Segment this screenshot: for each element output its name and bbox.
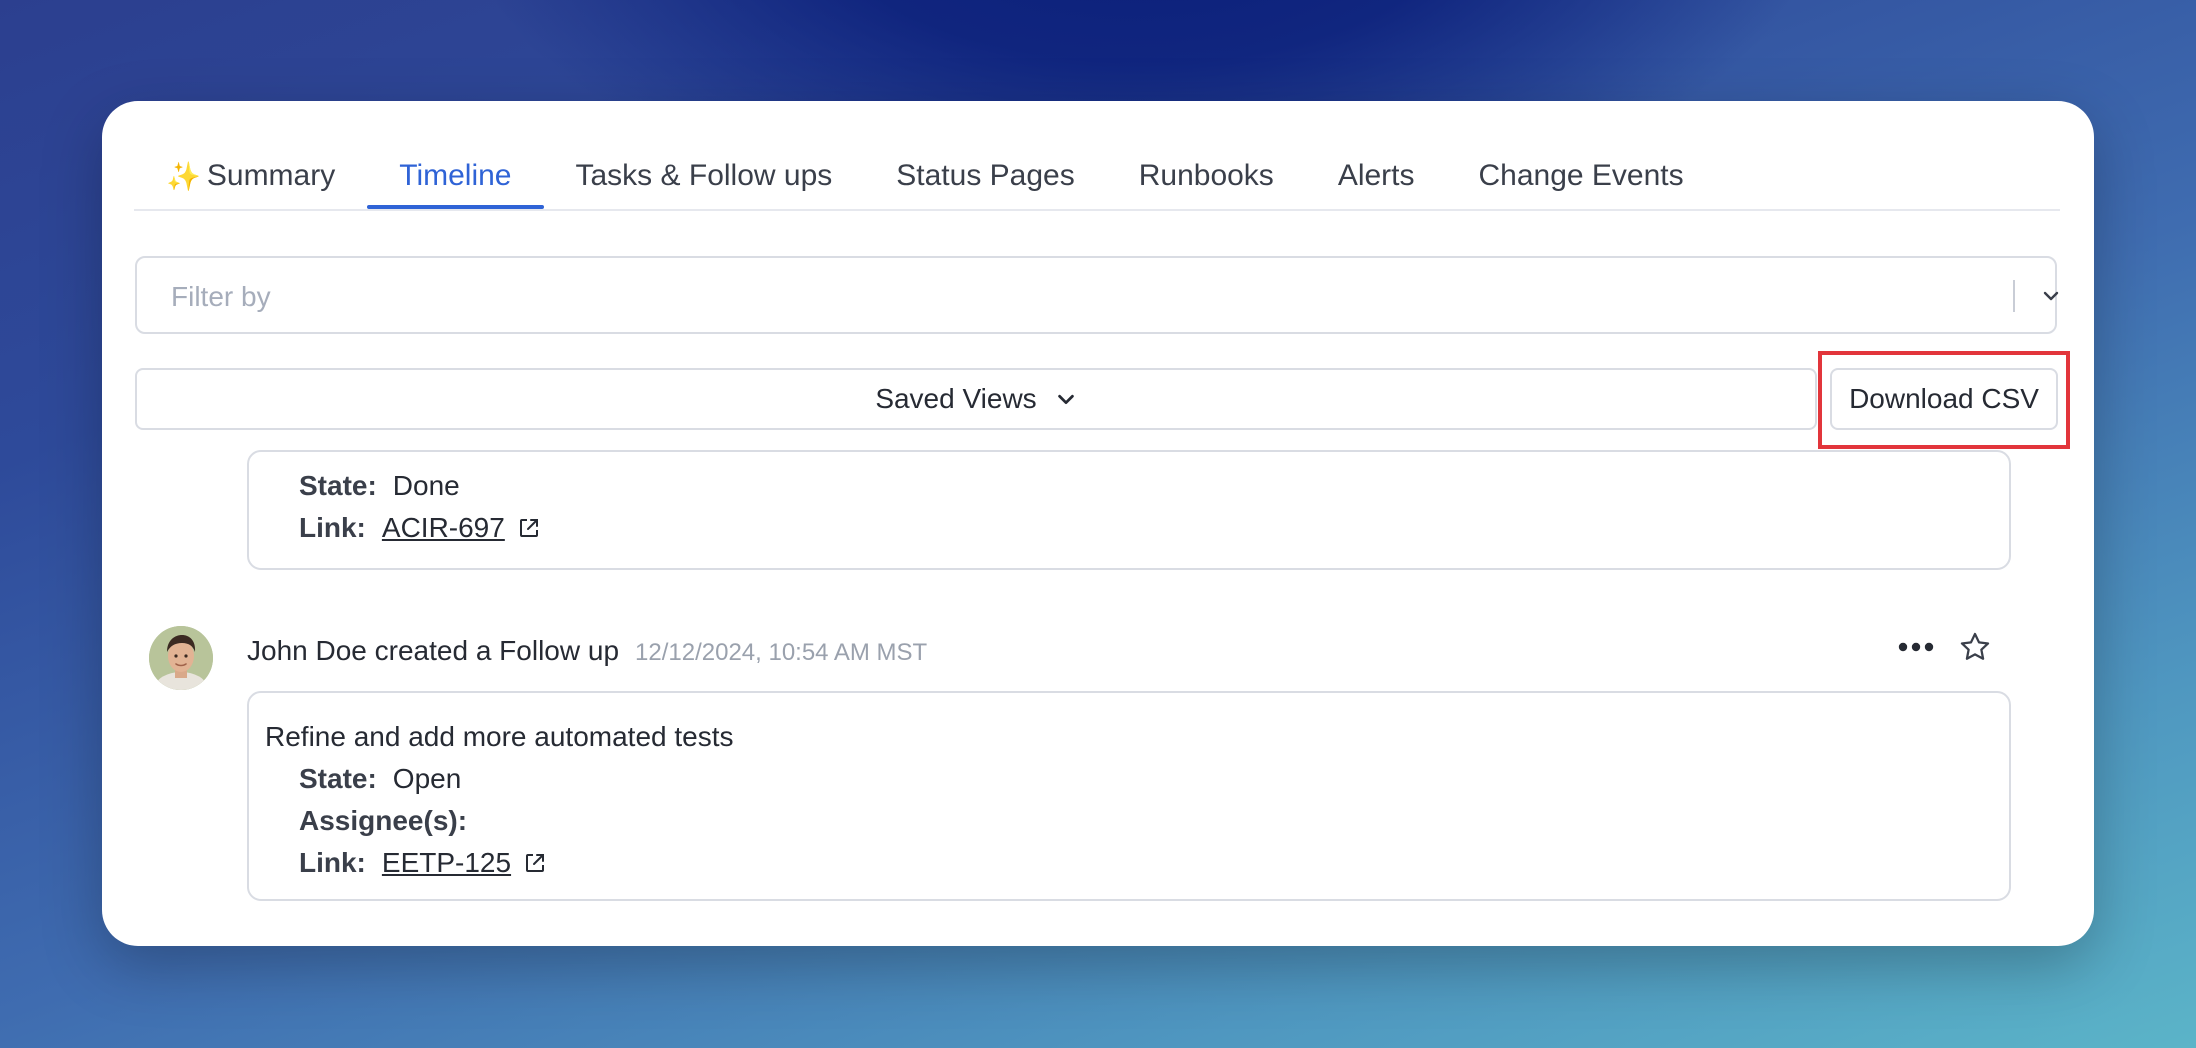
tab-alerts[interactable]: Alerts — [1306, 145, 1447, 207]
tab-label: Timeline — [399, 159, 512, 192]
download-csv-label: Download CSV — [1849, 383, 2039, 414]
tab-label: Summary — [206, 159, 336, 192]
assignee-row: Assignee(s): — [299, 805, 483, 837]
filter-select[interactable] — [135, 256, 2059, 334]
avatar — [149, 626, 213, 690]
tab-change-events[interactable]: Change Events — [1447, 145, 1716, 207]
assignee-label: Assignee(s): — [299, 805, 468, 836]
state-row: State: Done — [299, 470, 460, 502]
timeline-entry-header: John Doe created a Follow up 12/12/2024,… — [247, 635, 927, 667]
tab-runbooks[interactable]: Runbooks — [1107, 145, 1306, 207]
tab-label: Alerts — [1337, 159, 1415, 192]
saved-views-button[interactable]: Saved Views — [135, 368, 1817, 430]
download-csv-button[interactable]: Download CSV — [1830, 368, 2058, 430]
tab-summary[interactable]: ✨ Summary — [134, 145, 367, 207]
ticket-link[interactable]: ACIR-697 — [382, 512, 505, 544]
filter-input[interactable] — [169, 274, 1953, 320]
tab-label: Tasks & Follow ups — [575, 159, 833, 192]
external-link-icon[interactable] — [523, 851, 547, 875]
state-value: Open — [392, 763, 462, 794]
follow-up-description: Refine and add more automated tests — [265, 721, 734, 752]
timeline-entry-card: State: Done Link: ACIR-697 — [247, 450, 2011, 570]
divider — [2013, 280, 2015, 312]
state-value: Done — [392, 470, 460, 501]
tab-timeline[interactable]: Timeline — [367, 145, 544, 209]
tab-label: Runbooks — [1138, 159, 1274, 192]
external-link-icon[interactable] — [517, 516, 541, 540]
chevron-down-icon[interactable] — [2039, 284, 2063, 308]
sparkles-icon: ✨ — [166, 160, 201, 192]
action-text: created a Follow up — [374, 635, 620, 666]
tab-tasks-follow-ups[interactable]: Tasks & Follow ups — [544, 145, 865, 207]
state-label: State: — [299, 470, 377, 501]
link-label: Link: — [299, 847, 366, 878]
ticket-link[interactable]: EETP-125 — [382, 847, 511, 879]
author-name: John Doe — [247, 635, 367, 666]
saved-views-label: Saved Views — [875, 383, 1037, 414]
more-options-icon[interactable] — [1898, 641, 1934, 653]
star-icon[interactable] — [1958, 630, 1992, 664]
timeline-entry-card: Refine and add more automated tests Stat… — [247, 691, 2011, 901]
incident-panel: ✨ Summary Timeline Tasks & Follow ups St… — [102, 101, 2094, 946]
state-label: State: — [299, 763, 377, 794]
tab-label: Change Events — [1478, 159, 1684, 192]
link-label: Link: — [299, 512, 366, 543]
tab-bar: ✨ Summary Timeline Tasks & Follow ups St… — [134, 145, 2060, 211]
chevron-down-icon — [1057, 394, 1074, 405]
state-row: State: Open — [299, 763, 461, 795]
link-row: Link: EETP-125 — [299, 847, 547, 879]
tab-label: Status Pages — [896, 159, 1075, 192]
link-row: Link: ACIR-697 — [299, 512, 541, 544]
timestamp: 12/12/2024, 10:54 AM MST — [635, 639, 928, 666]
tab-status-pages[interactable]: Status Pages — [864, 145, 1106, 207]
